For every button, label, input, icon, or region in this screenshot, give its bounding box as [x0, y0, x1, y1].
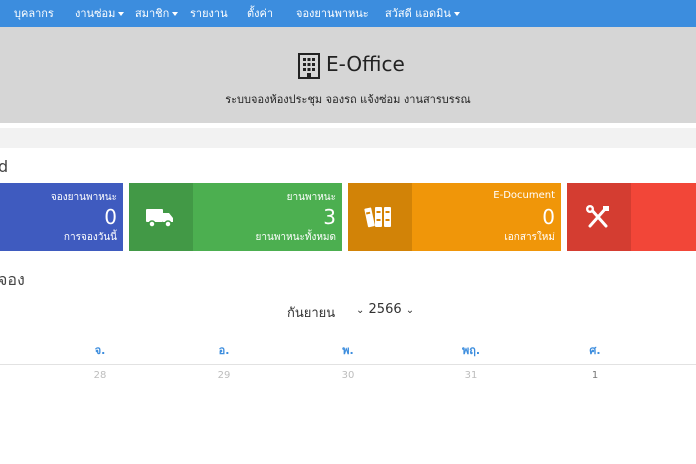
chevron-down-icon: ⌄	[405, 305, 415, 316]
card-number: 3	[323, 205, 336, 229]
nav-member-dropdown[interactable]: สมาชิก	[135, 0, 179, 27]
nav-personnel[interactable]: บุคลากร	[14, 0, 54, 27]
year-value: 2566	[368, 302, 402, 317]
calendar-day[interactable]: 1	[575, 370, 615, 381]
caret-down-icon	[118, 12, 125, 16]
nav-report[interactable]: รายงาน	[190, 0, 228, 27]
app-subtitle: ระบบจองห้องประชุม จองรถ แจ้งซ่อม งานสารบ…	[225, 93, 471, 106]
calendar-day[interactable]: 28	[80, 370, 120, 381]
weekday-tue: อ.	[218, 344, 230, 357]
card-title: E-Document	[493, 190, 555, 201]
card-title: ยานพาหนะ	[286, 192, 336, 203]
caret-down-icon	[172, 12, 179, 16]
building-icon	[298, 53, 320, 79]
card-title: จองยานพาหนะ	[50, 192, 117, 203]
card-subtitle: เอกสารใหม่	[504, 232, 555, 243]
card-e-document[interactable]: E-Document 0 เอกสารใหม่	[348, 183, 561, 251]
chevron-down-icon: ⌄	[356, 305, 365, 316]
calendar-day[interactable]: 31	[451, 370, 491, 381]
calendar-divider	[0, 364, 696, 365]
nav-repair-dropdown[interactable]: งานซ่อม	[75, 0, 125, 27]
month-select[interactable]: กันยายน	[287, 302, 335, 323]
app-title: E-Office	[326, 52, 405, 76]
nav-vehicle-booking[interactable]: จองยานพาหนะ	[296, 0, 369, 27]
month-value: กันยายน	[287, 306, 336, 321]
nav-user-label: สวัสดี แอดมิน	[385, 7, 451, 20]
card-subtitle: ยานพาหนะทั้งหมด	[255, 232, 336, 243]
card-icon-area	[348, 183, 412, 251]
card-number: 0	[104, 205, 117, 229]
weekday-wed: พ.	[342, 344, 354, 357]
binders-icon	[364, 207, 391, 228]
card-icon-area	[129, 183, 193, 251]
nav-vehicle-booking-label: จองยานพาหนะ	[296, 7, 369, 20]
nav-settings[interactable]: ตั้งค่า	[247, 0, 273, 27]
card-subtitle: การจองวันนี้	[63, 232, 117, 243]
nav-settings-label: ตั้งค่า	[247, 7, 274, 20]
tools-icon	[586, 205, 609, 228]
caret-down-icon	[453, 12, 460, 16]
year-select[interactable]: ⌄ 2566 ⌄	[356, 302, 414, 317]
card-today-bookings[interactable]: จองยานพาหนะ 0 การจองวันนี้	[0, 183, 123, 251]
card-icon-area	[567, 183, 631, 251]
dashboard-title: d	[0, 157, 9, 176]
calendar-section-title: จอง	[0, 270, 25, 289]
top-navbar: บุคลากร งานซ่อม สมาชิก รายงาน ตั้งค่า จอ…	[0, 0, 696, 27]
weekday-mon: จ.	[94, 344, 106, 357]
weekday-fri: ศ.	[589, 344, 601, 357]
nav-repair-label: งานซ่อม	[75, 7, 116, 20]
truck-icon	[146, 209, 173, 228]
nav-member-label: สมาชิก	[135, 7, 170, 20]
weekday-thu: พฤ.	[461, 344, 481, 357]
calendar-day[interactable]: 30	[328, 370, 368, 381]
nav-personnel-label: บุคลากร	[14, 7, 54, 20]
card-number: 0	[542, 205, 555, 229]
nav-user-dropdown[interactable]: สวัสดี แอดมิน	[385, 0, 460, 27]
hero-banner: E-Office ระบบจองห้องประชุม จองรถ แจ้งซ่อ…	[0, 27, 696, 123]
calendar-day[interactable]: 29	[204, 370, 244, 381]
breadcrumb	[0, 128, 696, 148]
nav-report-label: รายงาน	[190, 7, 228, 20]
card-vehicles[interactable]: ยานพาหนะ 3 ยานพาหนะทั้งหมด	[129, 183, 342, 251]
card-repair[interactable]	[567, 183, 696, 251]
